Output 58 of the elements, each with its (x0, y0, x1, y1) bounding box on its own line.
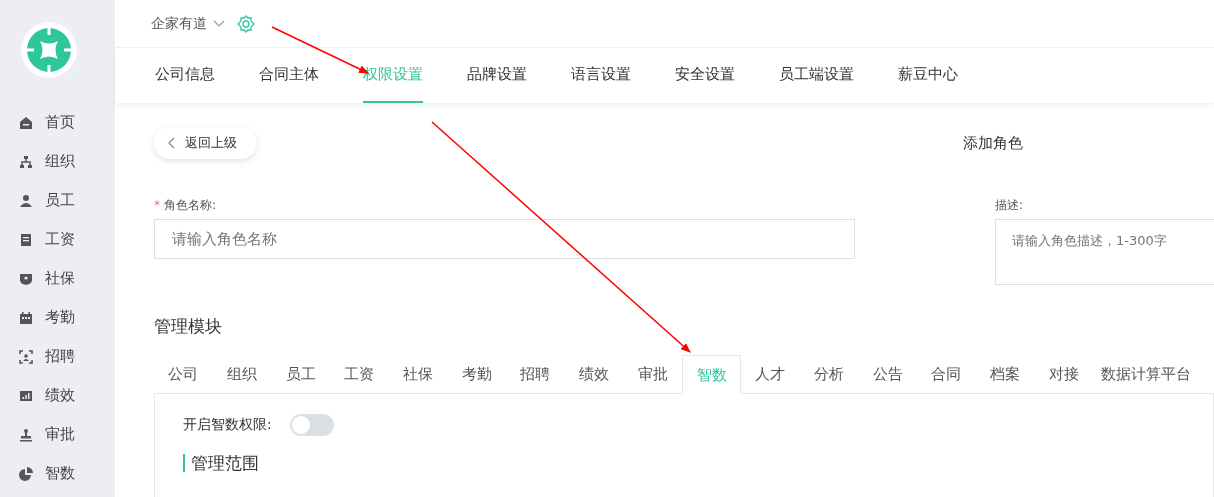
module-tab[interactable]: 社保 (388, 355, 448, 394)
caret-icon[interactable] (213, 19, 225, 28)
sidebar-item[interactable]: 首页 (0, 103, 115, 142)
document-icon (19, 232, 33, 247)
sidebar-item[interactable]: 智数 (0, 454, 115, 493)
chevron-left-icon (168, 137, 175, 149)
textarea-field[interactable]: 请输入角色描述，1-300字 (995, 219, 1214, 285)
module-tab[interactable]: 档案 (975, 355, 1035, 394)
calendar-icon (19, 310, 33, 325)
settings-icon[interactable] (237, 14, 255, 33)
module-tab[interactable]: 公司 (154, 355, 213, 394)
module-tab[interactable]: 公告 (858, 355, 917, 394)
page-title: 添加角色 (963, 133, 1023, 153)
module-tab[interactable]: 数据计算平台 (1093, 355, 1199, 394)
logo-icon (21, 22, 77, 78)
input-field[interactable]: 请输入角色名称 (154, 219, 855, 259)
sidebar-item[interactable]: 考勤 (0, 298, 115, 337)
sidebar-item[interactable]: 审批 (0, 415, 115, 454)
field-label: 角色名称: (164, 198, 217, 212)
nav-tab[interactable]: 公司信息 (155, 48, 215, 103)
bar-chart-icon (19, 388, 33, 403)
sidebar-item[interactable]: 绩效 (0, 376, 115, 415)
sidebar-item[interactable]: 招聘 (0, 337, 115, 376)
toggle-switch[interactable] (289, 414, 334, 436)
module-tab[interactable]: 分析 (799, 355, 859, 394)
nav-tab[interactable]: 合同主体 (259, 48, 319, 103)
module-tab[interactable]: 考勤 (447, 355, 507, 394)
module-tab[interactable]: 组织 (212, 355, 272, 394)
hierarchy-icon (19, 154, 33, 169)
back-button[interactable]: 返回上级 (154, 127, 257, 159)
module-tab[interactable]: 合同 (916, 355, 976, 394)
nav-tab[interactable]: 员工端设置 (779, 48, 854, 103)
nav-tab[interactable]: 薪豆中心 (898, 48, 958, 103)
required-mark: * (154, 198, 160, 212)
house-icon (19, 115, 33, 130)
section-title: 管理范围 (183, 454, 1213, 472)
nav-tab[interactable]: 语言设置 (571, 48, 631, 103)
module-tab[interactable]: 工资 (330, 355, 389, 394)
scan-icon (19, 349, 33, 364)
field-label: 描述: (995, 197, 1025, 214)
module-tab[interactable]: 人才 (740, 355, 800, 394)
module-tab[interactable]: 招聘 (506, 355, 565, 394)
person-icon (19, 193, 33, 208)
module-tab[interactable]: 绩效 (564, 355, 624, 394)
module-tab[interactable]: 员工 (271, 355, 331, 394)
nav-tab[interactable]: 品牌设置 (467, 48, 527, 103)
nav-tab[interactable]: 安全设置 (675, 48, 735, 103)
module-tab[interactable]: 对接 (1034, 355, 1093, 394)
sidebar-item[interactable]: 工资 (0, 220, 115, 259)
shield-icon (19, 271, 33, 286)
section-title: 管理模块 (154, 315, 223, 338)
pie-chart-icon (19, 466, 33, 481)
sidebar-item[interactable]: 组织 (0, 142, 115, 181)
stamp-icon (19, 427, 33, 442)
sidebar-item[interactable]: 社保 (0, 259, 115, 298)
toggle-label: 开启智数权限: (183, 416, 272, 434)
company-name[interactable]: 企家有道 (151, 14, 207, 33)
sidebar-item[interactable]: 员工 (0, 181, 115, 220)
